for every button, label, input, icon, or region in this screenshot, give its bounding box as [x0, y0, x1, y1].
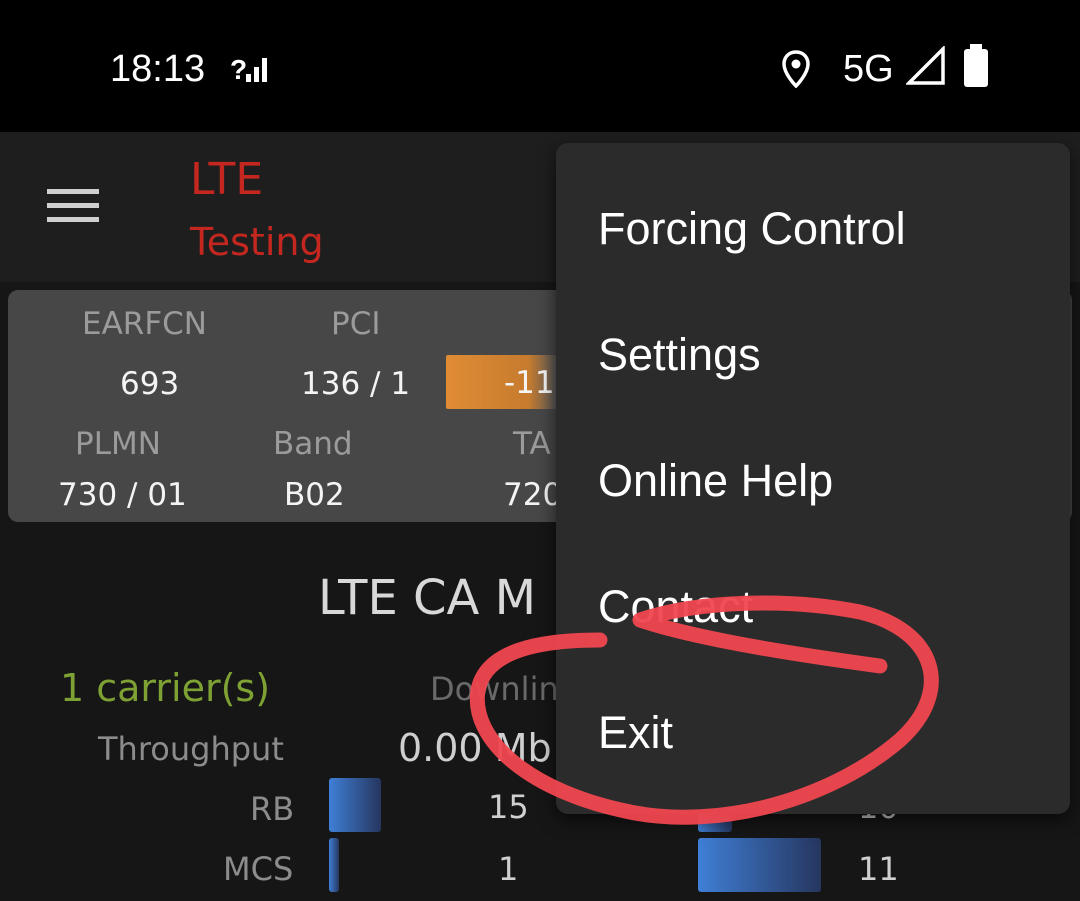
battery-icon	[964, 44, 988, 87]
earfcn-value: 693	[120, 366, 180, 402]
menu-item-online-help[interactable]: Online Help	[556, 418, 1070, 544]
rsrp-indicator: -11	[446, 355, 556, 409]
app-title-line2: Testing	[190, 220, 324, 264]
mcs-ul-value: 11	[858, 850, 899, 888]
cell-signal-icon	[906, 46, 945, 85]
mcs-label: MCS	[223, 850, 294, 888]
ta-value: 720	[503, 477, 563, 513]
throughput-label: Throughput	[98, 730, 284, 768]
ca-title: LTE CA M	[318, 570, 537, 626]
plmn-value: 730 / 01	[58, 477, 187, 513]
menu-item-label: Contact	[598, 581, 754, 632]
menu-item-contact[interactable]: Contact	[556, 544, 1070, 670]
overflow-menu: Forcing Control Settings Online Help Con…	[556, 143, 1070, 814]
pci-label: PCI	[331, 306, 381, 342]
pci-value: 136 / 1	[301, 366, 411, 402]
downlink-label: Downlin	[430, 670, 559, 708]
band-label: Band	[273, 426, 353, 462]
rsrp-value: -11	[504, 365, 555, 401]
carriers-count: 1 carrier(s)	[60, 666, 271, 710]
throughput-value: 0.00 Mb	[398, 726, 552, 770]
menu-item-exit[interactable]: Exit	[556, 670, 1070, 796]
menu-item-settings[interactable]: Settings	[556, 292, 1070, 418]
menu-item-forcing-control[interactable]: Forcing Control	[556, 166, 1070, 292]
menu-item-label: Online Help	[598, 455, 834, 506]
mcs-ul-bar	[698, 838, 821, 892]
rb-dl-bar	[329, 778, 381, 832]
mcs-dl-bar	[329, 838, 339, 892]
rb-dl-value: 15	[488, 788, 529, 826]
band-value: B02	[284, 477, 345, 513]
plmn-label: PLMN	[75, 426, 161, 462]
rb-label: RB	[250, 790, 295, 828]
mcs-dl-value: 1	[498, 850, 519, 888]
menu-item-label: Settings	[598, 329, 761, 380]
network-type: 5G	[843, 48, 894, 90]
signal-unknown-icon: ?	[230, 54, 267, 85]
svg-text:?: ?	[230, 54, 247, 85]
menu-item-label: Exit	[598, 707, 674, 758]
location-icon	[782, 50, 810, 88]
app-title-line1: LTE	[190, 154, 264, 205]
hamburger-menu-icon[interactable]	[47, 187, 99, 225]
ta-label: TA	[513, 426, 551, 462]
earfcn-label: EARFCN	[82, 306, 207, 342]
menu-item-label: Forcing Control	[598, 203, 906, 254]
status-time: 18:13	[110, 48, 206, 90]
status-bar: 18:13 ? 5G	[0, 0, 1080, 132]
